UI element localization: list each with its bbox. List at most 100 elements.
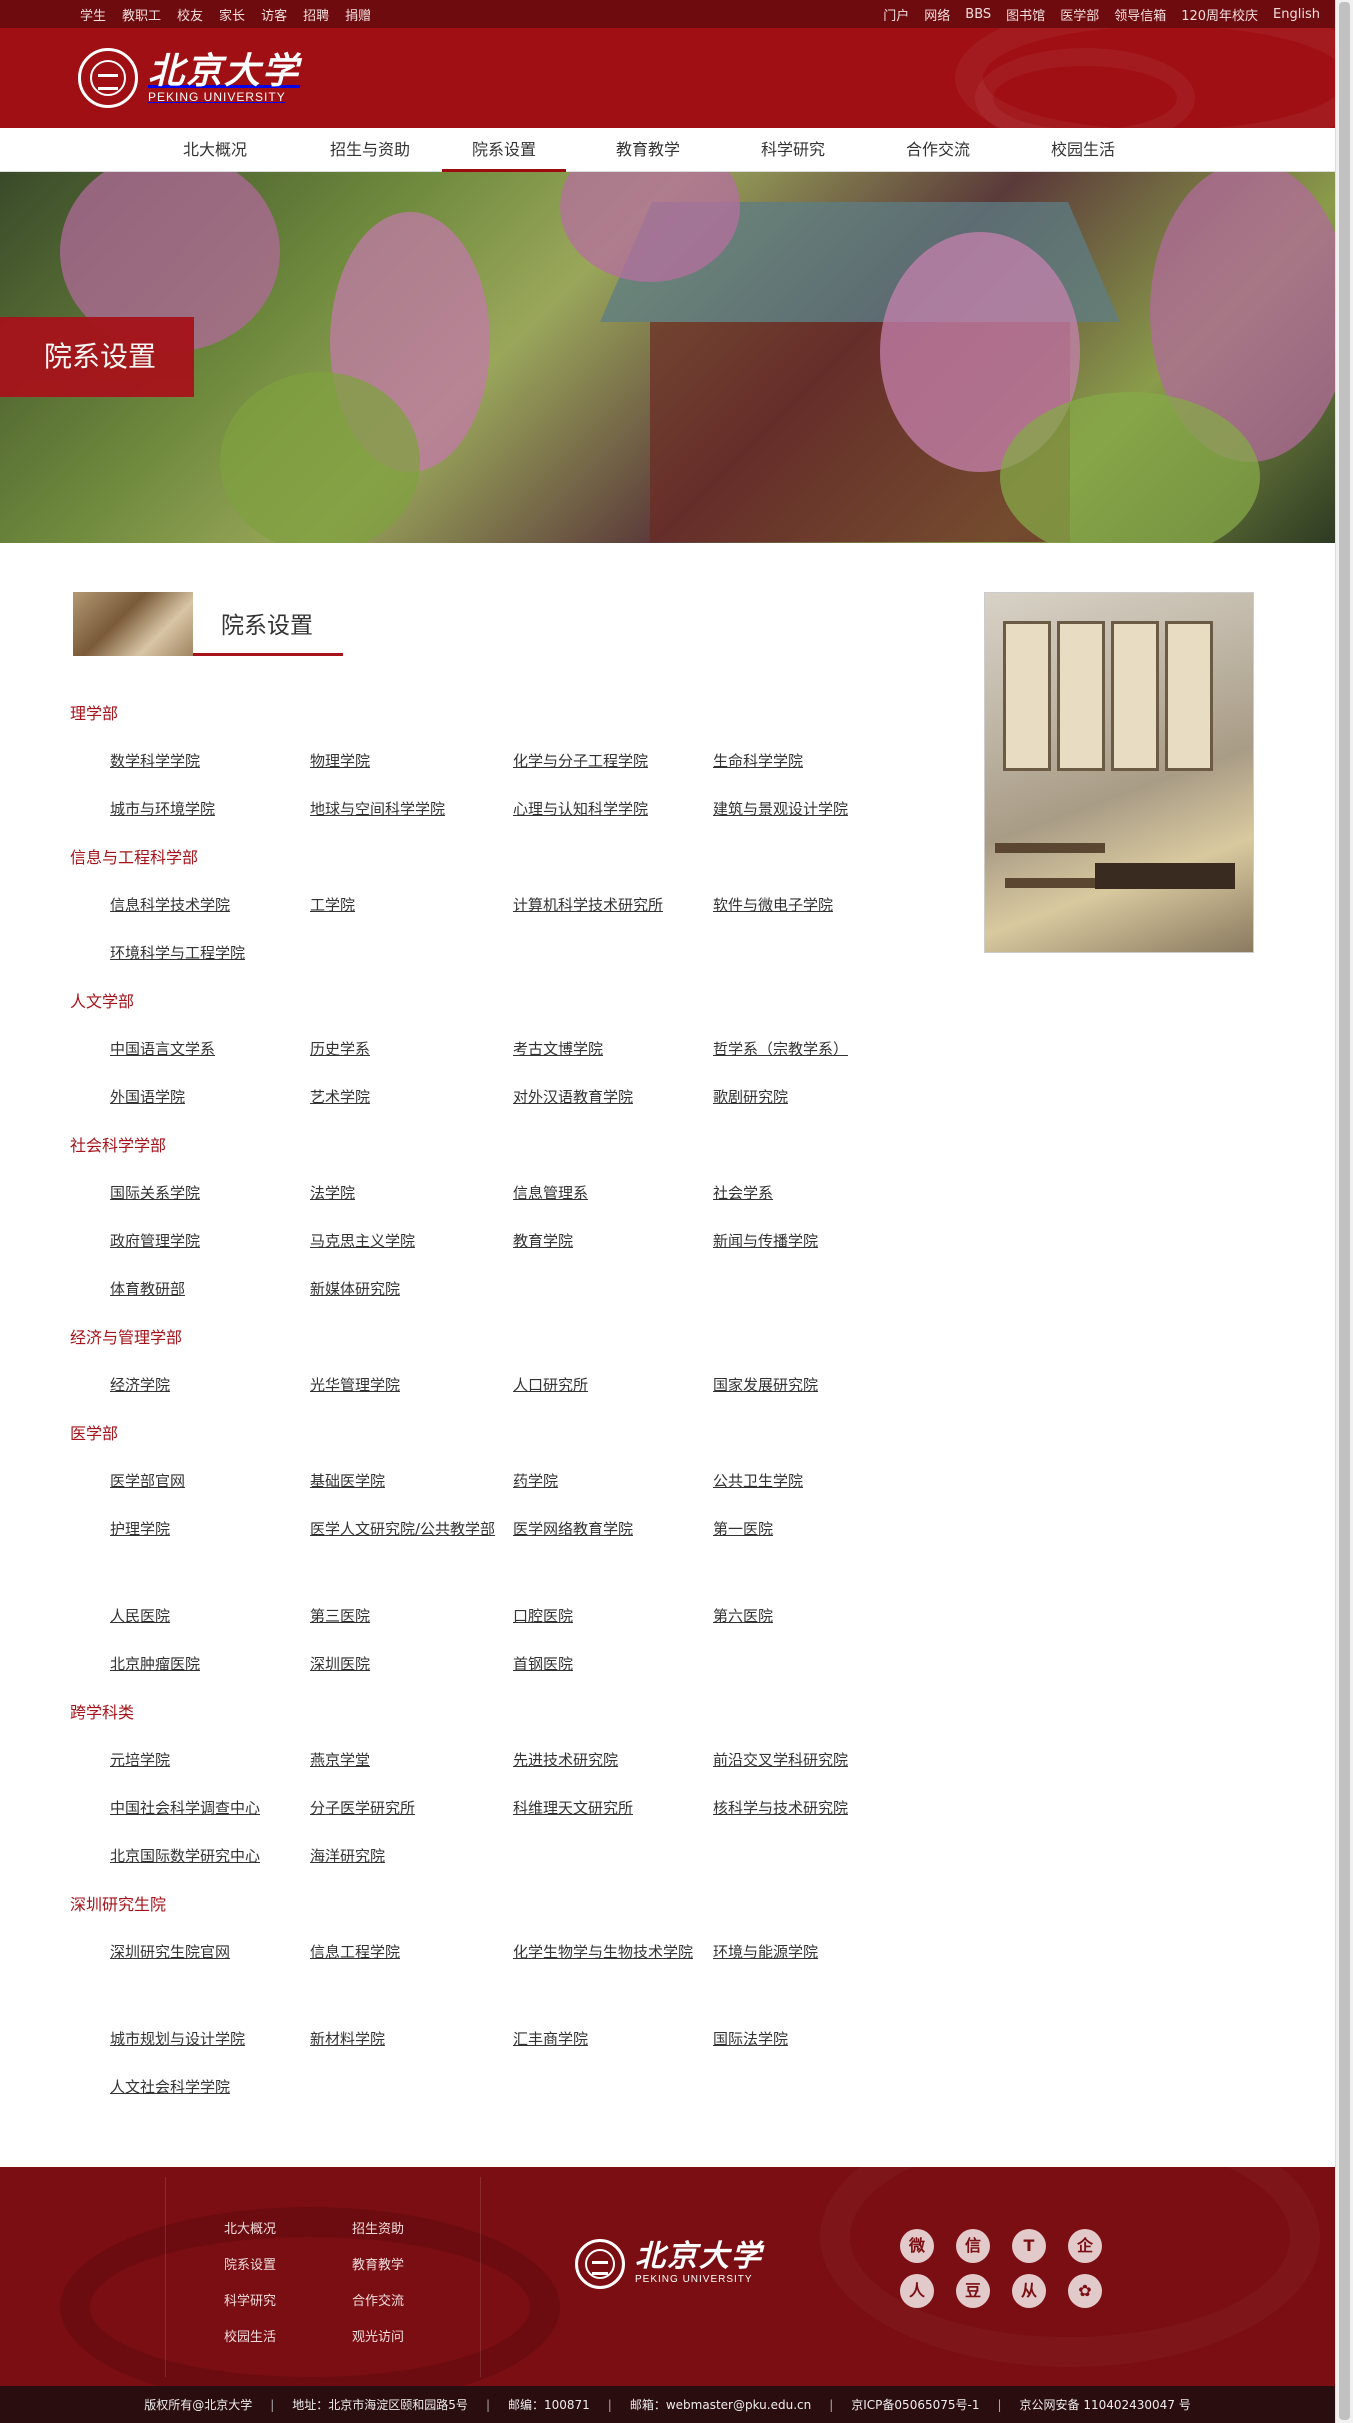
list-item[interactable]: 政府管理学院 xyxy=(110,1225,300,1257)
list-item[interactable]: 艺术学院 xyxy=(310,1081,500,1113)
list-item[interactable]: 法学院 xyxy=(310,1177,500,1209)
top-link-bbs[interactable]: BBS xyxy=(965,7,991,22)
list-item[interactable]: 护理学院 xyxy=(110,1513,300,1545)
list-item[interactable]: 核科学与技术研究院 xyxy=(713,1792,903,1824)
list-item[interactable]: 汇丰商学院 xyxy=(513,2023,703,2055)
list-item[interactable]: 口腔医院 xyxy=(513,1600,703,1632)
list-item[interactable]: 外国语学院 xyxy=(110,1081,300,1113)
list-item[interactable]: 城市与环境学院 xyxy=(110,793,300,825)
top-link-visitors[interactable]: 访客 xyxy=(261,5,287,24)
footer-link[interactable]: 观光访问 xyxy=(352,2326,404,2345)
icp-text[interactable]: 京ICP备05065075号-1 xyxy=(851,2396,979,2413)
list-item[interactable]: 第一医院 xyxy=(713,1513,903,1545)
footer-link[interactable]: 北大概况 xyxy=(224,2218,276,2237)
list-item[interactable]: 分子医学研究所 xyxy=(310,1792,500,1824)
list-item[interactable]: 人口研究所 xyxy=(513,1369,703,1401)
list-item[interactable]: 中国语言文学系 xyxy=(110,1033,300,1065)
nav-item-departments[interactable]: 院系设置 xyxy=(442,128,566,172)
list-item[interactable]: 医学人文研究院/公共教学部 xyxy=(310,1513,500,1545)
list-item[interactable]: 新闻与传播学院 xyxy=(713,1225,903,1257)
top-link-english[interactable]: English xyxy=(1273,7,1320,22)
site-logo[interactable]: 北京大学 PEKING UNIVERSITY xyxy=(78,45,300,111)
nav-item-overview[interactable]: 北大概况 xyxy=(170,128,260,172)
list-item[interactable]: 环境科学与工程学院 xyxy=(110,937,300,969)
list-item[interactable]: 马克思主义学院 xyxy=(310,1225,500,1257)
footer-link[interactable]: 合作交流 xyxy=(352,2290,404,2309)
top-link-donate[interactable]: 捐赠 xyxy=(345,5,371,24)
list-item[interactable]: 光华管理学院 xyxy=(310,1369,500,1401)
list-item[interactable]: 医学部官网 xyxy=(110,1465,300,1497)
list-item[interactable]: 新媒体研究院 xyxy=(310,1273,500,1305)
list-item[interactable]: 建筑与景观设计学院 xyxy=(713,793,903,825)
police-record-text[interactable]: 京公网安备 110402430047 号 xyxy=(1020,2396,1191,2413)
list-item[interactable]: 北京国际数学研究中心 xyxy=(110,1840,300,1872)
list-item[interactable]: 信息管理系 xyxy=(513,1177,703,1209)
top-link-medical[interactable]: 医学部 xyxy=(1060,5,1099,24)
list-item[interactable]: 北京肿瘤医院 xyxy=(110,1648,300,1680)
qq-icon[interactable]: 企 xyxy=(1068,2229,1102,2263)
email-text[interactable]: 邮箱：webmaster@pku.edu.cn xyxy=(630,2396,811,2413)
list-item[interactable]: 计算机科学技术研究所 xyxy=(513,889,703,921)
top-link-alumni[interactable]: 校友 xyxy=(177,5,203,24)
list-item[interactable]: 国际法学院 xyxy=(713,2023,903,2055)
nav-item-admissions[interactable]: 招生与资助 xyxy=(310,128,430,172)
list-item[interactable]: 科维理天文研究所 xyxy=(513,1792,703,1824)
scrollbar-thumb[interactable] xyxy=(1339,2,1350,2420)
top-link-anniversary[interactable]: 120周年校庆 xyxy=(1181,5,1258,24)
douban-icon[interactable]: 豆 xyxy=(956,2274,990,2308)
list-item[interactable]: 药学院 xyxy=(513,1465,703,1497)
renren-icon[interactable]: 人 xyxy=(900,2274,934,2308)
nav-item-research[interactable]: 科学研究 xyxy=(748,128,838,172)
list-item[interactable]: 化学生物学与生物技术学院 xyxy=(513,1936,703,1968)
list-item[interactable]: 人民医院 xyxy=(110,1600,300,1632)
list-item[interactable]: 经济学院 xyxy=(110,1369,300,1401)
list-item[interactable]: 歌剧研究院 xyxy=(713,1081,903,1113)
list-item[interactable]: 元培学院 xyxy=(110,1744,300,1776)
list-item[interactable]: 心理与认知科学学院 xyxy=(513,793,703,825)
top-link-students[interactable]: 学生 xyxy=(80,5,106,24)
list-item[interactable]: 社会学系 xyxy=(713,1177,903,1209)
footer-link[interactable]: 招生资助 xyxy=(352,2218,404,2237)
footer-link[interactable]: 院系设置 xyxy=(224,2254,276,2273)
vertical-scrollbar[interactable] xyxy=(1335,0,1353,2423)
nav-item-education[interactable]: 教育教学 xyxy=(603,128,693,172)
tencent-weibo-icon[interactable]: T xyxy=(1012,2229,1046,2263)
list-item[interactable]: 信息工程学院 xyxy=(310,1936,500,1968)
list-item[interactable]: 体育教研部 xyxy=(110,1273,300,1305)
top-link-mailbox[interactable]: 领导信箱 xyxy=(1114,5,1166,24)
footer-link[interactable]: 科学研究 xyxy=(224,2290,276,2309)
list-item[interactable]: 地球与空间科学学院 xyxy=(310,793,500,825)
wechat-icon[interactable]: 信 xyxy=(956,2229,990,2263)
list-item[interactable]: 首钢医院 xyxy=(513,1648,703,1680)
list-item[interactable]: 信息科学技术学院 xyxy=(110,889,300,921)
list-item[interactable]: 教育学院 xyxy=(513,1225,703,1257)
list-item[interactable]: 第三医院 xyxy=(310,1600,500,1632)
list-item[interactable]: 中国社会科学调查中心 xyxy=(110,1792,300,1824)
list-item[interactable]: 化学与分子工程学院 xyxy=(513,745,703,777)
list-item[interactable]: 基础医学院 xyxy=(310,1465,500,1497)
top-link-library[interactable]: 图书馆 xyxy=(1006,5,1045,24)
top-link-portal[interactable]: 门户 xyxy=(883,5,909,24)
list-item[interactable]: 考古文博学院 xyxy=(513,1033,703,1065)
list-item[interactable]: 人文社会科学学院 xyxy=(110,2071,300,2103)
footer-link[interactable]: 校园生活 xyxy=(224,2326,276,2345)
weibo-icon[interactable]: 微 xyxy=(900,2229,934,2263)
list-item[interactable]: 公共卫生学院 xyxy=(713,1465,903,1497)
list-item[interactable]: 深圳研究生院官网 xyxy=(110,1936,300,1968)
list-item[interactable]: 新材料学院 xyxy=(310,2023,500,2055)
list-item[interactable]: 第六医院 xyxy=(713,1600,903,1632)
top-link-network[interactable]: 网络 xyxy=(924,5,950,24)
list-item[interactable]: 数学科学学院 xyxy=(110,745,300,777)
top-link-jobs[interactable]: 招聘 xyxy=(303,5,329,24)
list-item[interactable]: 工学院 xyxy=(310,889,500,921)
list-item[interactable]: 先进技术研究院 xyxy=(513,1744,703,1776)
top-link-parents[interactable]: 家长 xyxy=(219,5,245,24)
list-item[interactable]: 城市规划与设计学院 xyxy=(110,2023,300,2055)
list-item[interactable]: 医学网络教育学院 xyxy=(513,1513,703,1545)
list-item[interactable]: 海洋研究院 xyxy=(310,1840,500,1872)
list-item[interactable]: 燕京学堂 xyxy=(310,1744,500,1776)
list-item[interactable]: 深圳医院 xyxy=(310,1648,500,1680)
list-item[interactable]: 环境与能源学院 xyxy=(713,1936,903,1968)
list-item[interactable]: 历史学系 xyxy=(310,1033,500,1065)
list-item[interactable]: 生命科学学院 xyxy=(713,745,903,777)
